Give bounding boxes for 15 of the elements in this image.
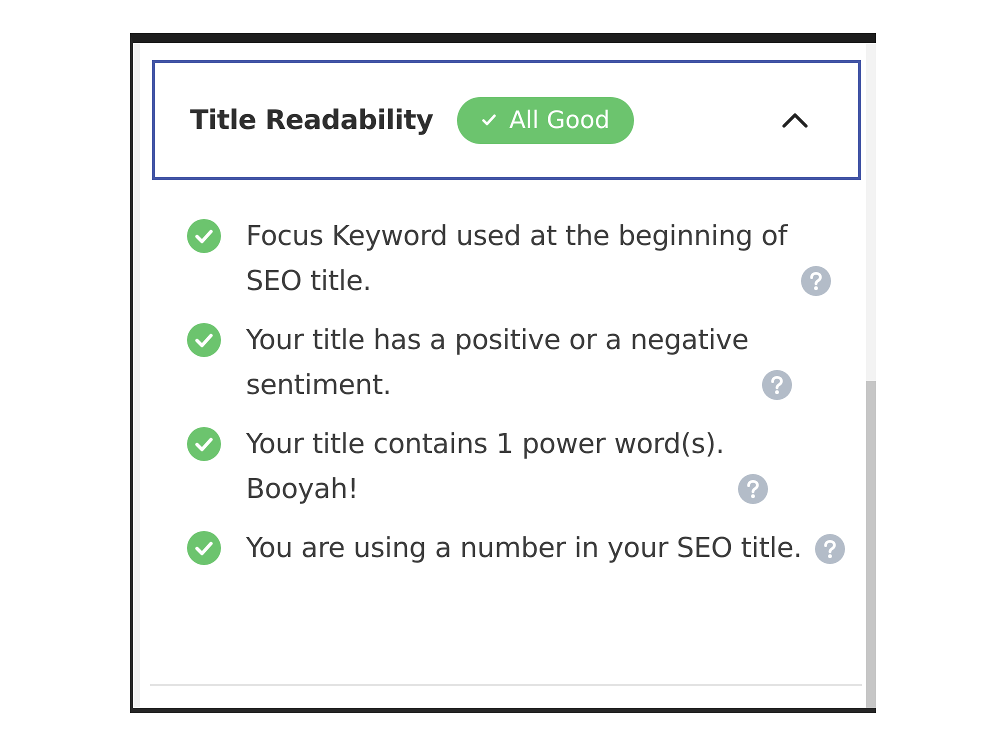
status-badge: All Good — [457, 96, 634, 144]
scrollbar-track[interactable] — [866, 43, 876, 708]
section-header[interactable]: Title Readability All Good — [152, 60, 861, 180]
chevron-up-icon[interactable] — [782, 112, 808, 128]
scrollbar-thumb[interactable] — [866, 381, 876, 708]
section-title: Title Readability — [190, 104, 434, 136]
check-text: Your title has a positive or a negative sentiment. — [246, 324, 748, 400]
check-text: Focus Keyword used at the beginning of SEO title. — [246, 220, 788, 296]
check-text: Your title contains 1 power word(s). Booyah! — [246, 428, 724, 504]
help-icon[interactable] — [815, 534, 845, 564]
help-icon[interactable] — [738, 474, 768, 504]
help-icon[interactable] — [801, 266, 831, 296]
check-text: You are using a number in your SEO title. — [246, 532, 802, 564]
help-icon[interactable] — [762, 370, 792, 400]
check-icon — [482, 114, 496, 126]
